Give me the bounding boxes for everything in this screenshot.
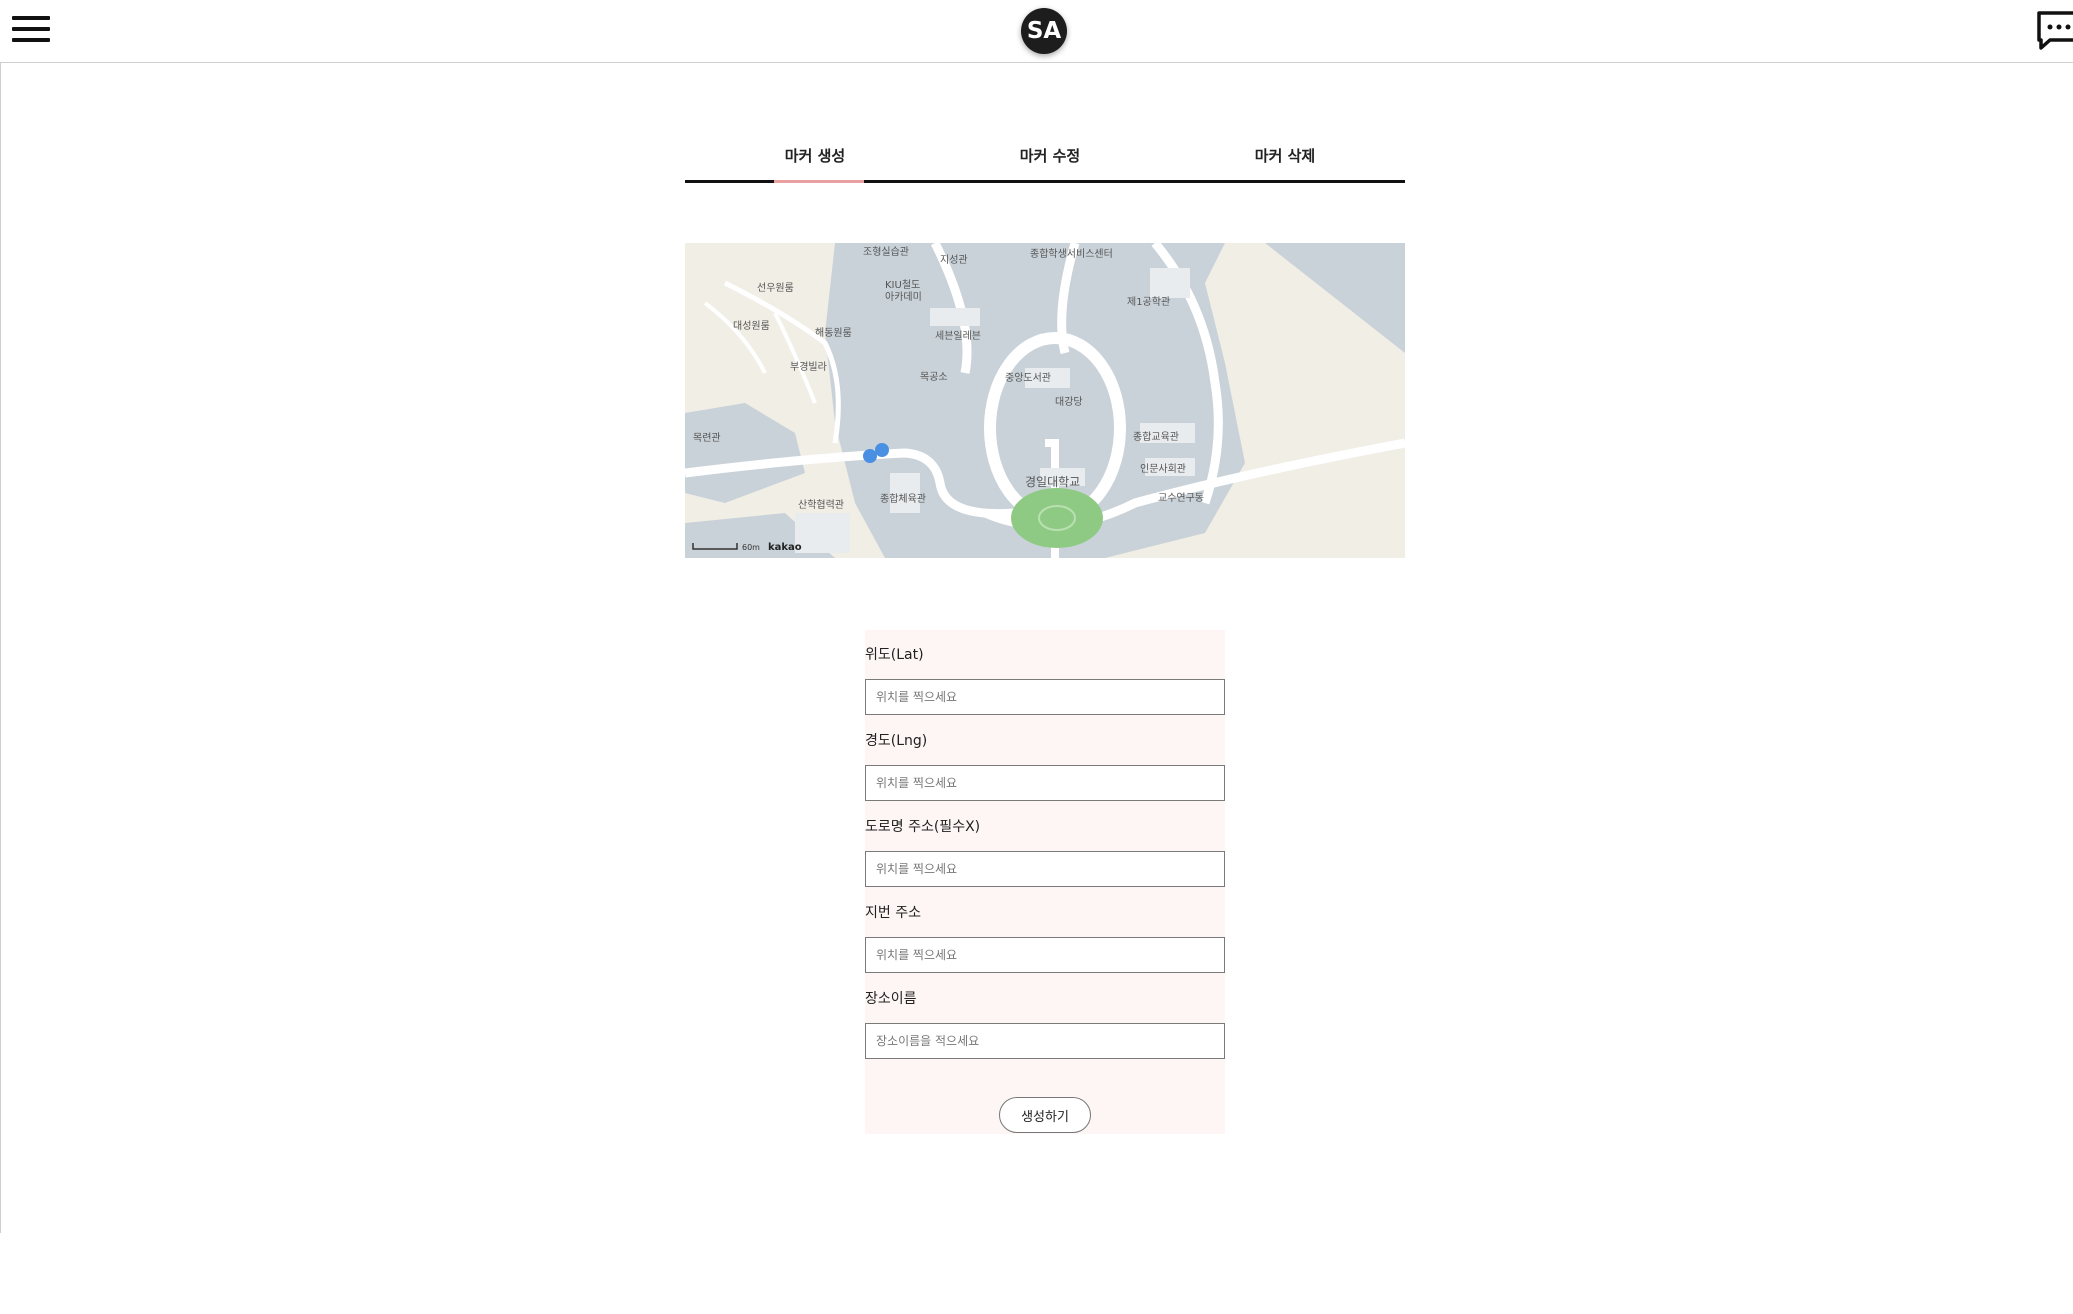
- logo[interactable]: SA: [1021, 8, 1067, 54]
- map-label: 목련관: [693, 432, 721, 444]
- place-name-input[interactable]: [865, 1023, 1225, 1059]
- tab-delete-marker[interactable]: 마커 삭제: [1205, 145, 1365, 166]
- map-label: 해동원룸: [815, 326, 852, 339]
- marker-create-form: 위도(Lat) 경도(Lng) 도로명 주소(필수X) 지번 주소 장소이름 생…: [865, 630, 1225, 1134]
- map-label: 세븐일레븐: [935, 330, 981, 342]
- lng-input[interactable]: [865, 765, 1225, 801]
- lat-label: 위도(Lat): [865, 647, 924, 663]
- map-label: 선우원룸: [757, 282, 794, 294]
- map-label: 제1공학관: [1127, 296, 1170, 308]
- tab-bar: 마커 생성 마커 수정 마커 삭제: [685, 135, 1405, 183]
- lng-label: 경도(Lng): [865, 733, 928, 749]
- chat-bubble-icon[interactable]: [2036, 10, 2073, 52]
- road-address-input[interactable]: [865, 851, 1225, 887]
- map-label: 종합학생서비스센터: [1030, 248, 1113, 260]
- map-label: 아카데미: [885, 291, 922, 303]
- map-label: 종합교육관: [1133, 431, 1179, 443]
- map-label: 인문사회관: [1140, 463, 1186, 475]
- map-label: 경일대학교: [1025, 475, 1080, 489]
- map-provider-logo: kakao: [768, 542, 802, 553]
- map-label: 교수연구동: [1158, 492, 1204, 504]
- campus-map[interactable]: 조형실습관 지성관 종합학생서비스센터 선우원룸 KIU철도 아카데미 제1공학…: [685, 243, 1405, 558]
- map-label: 산학협력관: [798, 498, 844, 511]
- map-label: KIU철도: [885, 279, 920, 291]
- map-label: 대강당: [1055, 396, 1083, 408]
- map-label: 목공소: [920, 371, 948, 383]
- tab-edit-marker[interactable]: 마커 수정: [970, 145, 1130, 166]
- place-name-label: 장소이름: [865, 991, 917, 1007]
- create-button[interactable]: 생성하기: [999, 1097, 1091, 1133]
- hamburger-menu-icon[interactable]: [12, 14, 50, 44]
- map-label: 중앙도서관: [1005, 372, 1051, 384]
- active-tab-indicator: [774, 180, 864, 183]
- jibun-address-label: 지번 주소: [865, 905, 921, 921]
- jibun-address-input[interactable]: [865, 937, 1225, 973]
- map-label: 대성원룸: [733, 320, 770, 332]
- top-navigation-bar: SA: [0, 0, 2073, 63]
- map-label: 부경빌라: [790, 360, 827, 373]
- map-label: 종합체육관: [880, 493, 926, 505]
- map-scale: 60m: [742, 543, 760, 552]
- lat-input[interactable]: [865, 679, 1225, 715]
- map-label: 조형실습관: [863, 246, 909, 258]
- page-left-border: [0, 63, 1, 1233]
- tab-create-marker[interactable]: 마커 생성: [735, 145, 895, 166]
- road-address-label: 도로명 주소(필수X): [865, 819, 981, 835]
- map-label: 지성관: [940, 254, 968, 266]
